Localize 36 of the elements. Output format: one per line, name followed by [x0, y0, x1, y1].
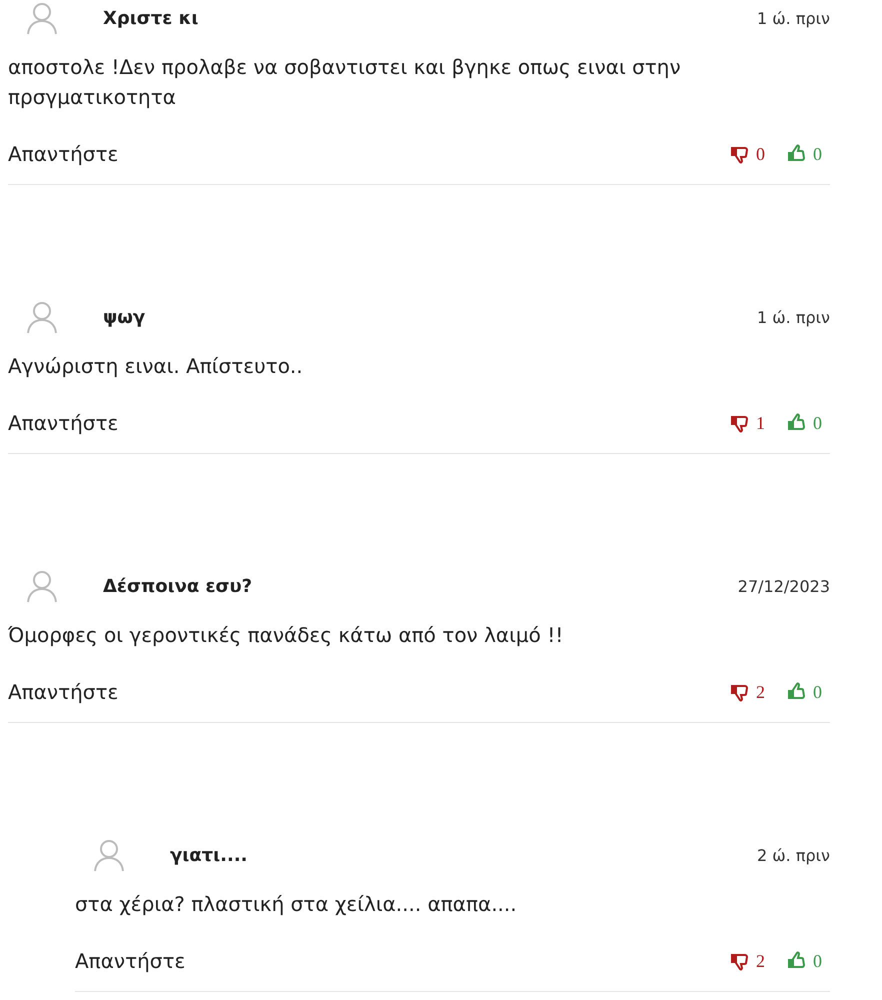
- comment-author: Χριστε κι: [103, 8, 198, 28]
- avatar-icon: [92, 838, 126, 872]
- thumbs-down-icon[interactable]: [730, 413, 750, 433]
- like-count: 0: [813, 144, 822, 164]
- reply-link[interactable]: Απαντήστε: [8, 142, 118, 166]
- like-count: 0: [813, 950, 822, 972]
- comment-time: 27/12/2023: [738, 576, 830, 596]
- reply-link[interactable]: Απαντήστε: [8, 411, 118, 435]
- thumbs-up-icon[interactable]: [787, 413, 807, 433]
- comment-time: 1 ώ. πριν: [757, 308, 830, 326]
- comment-text: Αγνώριστη ειναι. Απίστευτο..: [8, 353, 304, 380]
- dislike-count: 0: [756, 144, 765, 164]
- thumbs-up-icon[interactable]: [787, 144, 807, 164]
- like-count: 0: [813, 412, 822, 434]
- comment-author: Δέσποινα εσυ?: [103, 576, 252, 596]
- thumbs-down-icon[interactable]: [730, 144, 750, 164]
- dislike-count: 1: [756, 412, 765, 434]
- avatar-icon: [25, 1, 59, 35]
- thumbs-down-icon[interactable]: [730, 682, 750, 702]
- comment-text: στα χέρια? πλαστική στα χείλια.... απαπα....: [75, 891, 518, 918]
- thumbs-up-icon[interactable]: [787, 682, 807, 702]
- comment-time: 2 ώ. πριν: [757, 846, 830, 864]
- comment-text: Όμορφες οι γεροντικές πανάδες κάτω από τον λαιμό !!: [8, 622, 564, 649]
- comment-author: γιατι....: [170, 844, 248, 866]
- avatar-icon: [25, 300, 59, 334]
- reply-link[interactable]: Απαντήστε: [8, 680, 118, 704]
- thumbs-up-icon[interactable]: [787, 951, 807, 971]
- reply-link[interactable]: Απαντήστε: [75, 949, 186, 973]
- comment-text: αποστολε !Δεν προλαβε να σοβαντιστει και βγηκε οπως ειναι στην πρσγματικοτητα: [8, 54, 682, 111]
- like-count: 0: [813, 682, 822, 702]
- thumbs-down-icon[interactable]: [730, 951, 750, 971]
- dislike-count: 2: [756, 950, 765, 972]
- comment-author: ψωγ: [103, 306, 146, 328]
- avatar-icon: [25, 569, 59, 603]
- dislike-count: 2: [756, 682, 765, 702]
- comment-time: 1 ώ. πριν: [757, 8, 830, 28]
